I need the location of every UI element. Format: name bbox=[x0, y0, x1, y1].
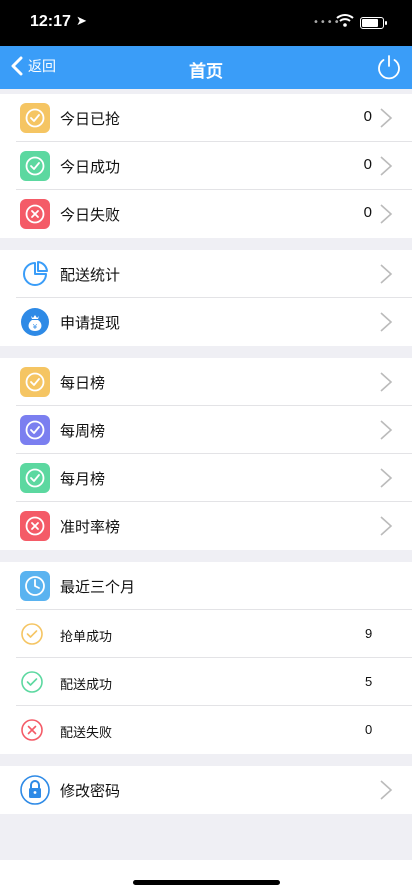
chevron-right-icon bbox=[380, 372, 393, 392]
row-ontime-rank[interactable]: 准时率榜 bbox=[0, 502, 412, 550]
recent-header-label: 最近三个月 bbox=[60, 578, 136, 596]
x-circle-icon bbox=[20, 199, 50, 229]
row-label: 申请提现 bbox=[60, 314, 121, 332]
chevron-right-icon bbox=[380, 156, 393, 176]
row-value: 0 bbox=[363, 204, 372, 221]
row-value: 5 bbox=[365, 674, 373, 689]
rankings-section: 每日榜 每周榜 每月榜 准时率榜 bbox=[0, 358, 412, 550]
row-label: 今日成功 bbox=[60, 158, 121, 176]
row-delivery-stats[interactable]: 配送统计 bbox=[0, 250, 412, 298]
today-section: 今日已抢 0 今日成功 0 今日失败 0 bbox=[0, 94, 412, 238]
row-today-success[interactable]: 今日成功 0 bbox=[0, 142, 412, 190]
row-withdraw[interactable]: ¥ 申请提现 bbox=[0, 298, 412, 346]
wifi-icon bbox=[336, 14, 354, 27]
page-title: 首页 bbox=[189, 62, 223, 82]
svg-text:¥: ¥ bbox=[33, 323, 38, 331]
row-label: 每月榜 bbox=[60, 470, 106, 488]
check-circle-icon bbox=[20, 415, 50, 445]
row-label: 今日失败 bbox=[60, 206, 121, 224]
row-today-grabbed[interactable]: 今日已抢 0 bbox=[0, 94, 412, 142]
chevron-right-icon bbox=[380, 264, 393, 284]
recent-item-grab-success: 抢单成功 9 bbox=[0, 610, 412, 658]
row-value: 9 bbox=[365, 626, 373, 641]
recent-section: 最近三个月 抢单成功 9 配送成功 5 配送失败 0 bbox=[0, 562, 412, 754]
row-weekly-rank[interactable]: 每周榜 bbox=[0, 406, 412, 454]
battery-icon bbox=[360, 17, 387, 29]
delivery-section: 配送统计 ¥ 申请提现 bbox=[0, 250, 412, 346]
clock-icon bbox=[20, 571, 50, 601]
check-circle-icon bbox=[20, 103, 50, 133]
status-bar: 12:17 ➤ •••• bbox=[0, 0, 412, 46]
row-monthly-rank[interactable]: 每月榜 bbox=[0, 454, 412, 502]
nav-bar: 返回 首页 bbox=[0, 46, 412, 89]
location-arrow-icon: ➤ bbox=[76, 14, 87, 29]
chevron-right-icon bbox=[380, 780, 393, 800]
chevron-right-icon bbox=[380, 108, 393, 128]
chevron-right-icon bbox=[380, 312, 393, 332]
row-label: 修改密码 bbox=[60, 782, 121, 800]
row-label: 今日已抢 bbox=[60, 110, 121, 128]
row-label: 每周榜 bbox=[60, 422, 106, 440]
row-label: 配送统计 bbox=[60, 266, 121, 284]
home-indicator[interactable] bbox=[133, 880, 280, 885]
check-outline-icon bbox=[21, 623, 43, 645]
row-today-failed[interactable]: 今日失败 0 bbox=[0, 190, 412, 238]
bottom-safe-area bbox=[0, 860, 412, 894]
check-circle-icon bbox=[20, 463, 50, 493]
row-label: 每日榜 bbox=[60, 374, 106, 392]
recent-item-delivery-success: 配送成功 5 bbox=[0, 658, 412, 706]
status-time: 12:17 bbox=[30, 13, 71, 30]
check-outline-icon bbox=[21, 671, 43, 693]
row-value: 0 bbox=[363, 156, 372, 173]
x-circle-icon bbox=[20, 511, 50, 541]
check-circle-icon bbox=[20, 367, 50, 397]
row-label: 准时率榜 bbox=[60, 518, 121, 536]
row-change-password[interactable]: 修改密码 bbox=[0, 766, 412, 814]
row-label: 配送成功 bbox=[60, 678, 113, 693]
row-label: 抢单成功 bbox=[60, 630, 113, 645]
chevron-right-icon bbox=[380, 516, 393, 536]
chevron-right-icon bbox=[380, 420, 393, 440]
chevron-right-icon bbox=[380, 468, 393, 488]
x-outline-icon bbox=[21, 719, 43, 741]
power-icon[interactable] bbox=[375, 53, 403, 81]
row-value: 0 bbox=[365, 722, 373, 737]
row-label: 配送失败 bbox=[60, 726, 113, 741]
pie-chart-icon bbox=[20, 259, 50, 289]
password-section: 修改密码 bbox=[0, 766, 412, 814]
row-value: 0 bbox=[363, 108, 372, 125]
row-daily-rank[interactable]: 每日榜 bbox=[0, 358, 412, 406]
recent-item-delivery-failed: 配送失败 0 bbox=[0, 706, 412, 754]
lock-icon bbox=[20, 775, 50, 805]
money-bag-icon: ¥ bbox=[20, 307, 50, 337]
chevron-right-icon bbox=[380, 204, 393, 224]
check-circle-icon bbox=[20, 151, 50, 181]
recent-header: 最近三个月 bbox=[0, 562, 412, 610]
